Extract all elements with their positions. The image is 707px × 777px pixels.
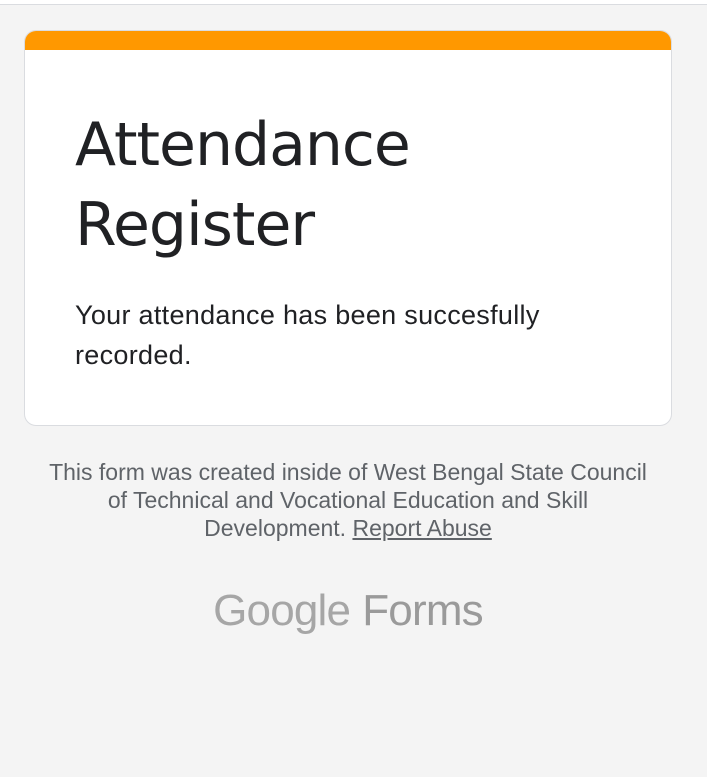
- google-forms-logo: Google Forms: [0, 583, 696, 639]
- form-title: Attendance Register: [75, 110, 411, 260]
- report-abuse-link[interactable]: Report Abuse: [352, 515, 491, 541]
- forms-wordmark: Forms: [362, 586, 483, 635]
- footer-disclaimer: This form was created inside of West Ben…: [40, 458, 656, 542]
- top-divider: [0, 0, 707, 5]
- card-accent-bar: [25, 31, 671, 50]
- form-card: Attendance Register Your attendance has …: [24, 30, 672, 426]
- footer-disclaimer-text: This form was created inside of West Ben…: [49, 459, 647, 541]
- google-wordmark: Google: [213, 586, 351, 635]
- confirmation-message: Your attendance has been succesfully rec…: [75, 300, 540, 370]
